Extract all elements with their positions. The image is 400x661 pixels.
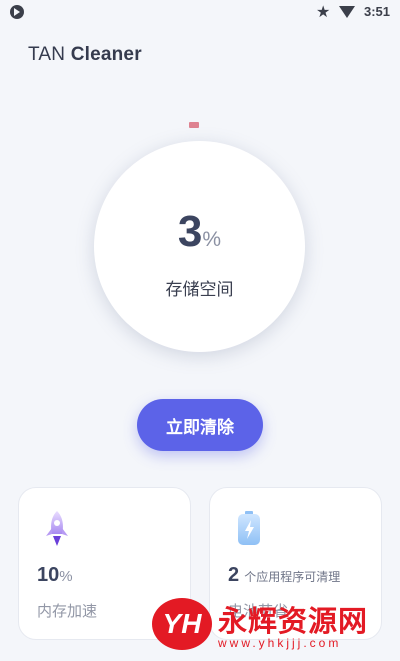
storage-label: 存储空间 <box>165 280 234 300</box>
app-notification-icon <box>10 5 24 19</box>
memory-percent-unit: % <box>59 568 73 585</box>
apps-value: 2 个应用程序可清理 <box>228 564 340 587</box>
apps-suffix: 个应用程序可清理 <box>244 570 341 584</box>
memory-percent-number: 10 <box>37 564 60 586</box>
wifi-icon <box>339 6 355 18</box>
status-bar: ★ 3:51 <box>0 0 400 26</box>
watermark: YH 永辉资源网 www.yhkjjj.com <box>152 598 392 650</box>
app-title-bold: Cleaner <box>70 44 142 65</box>
watermark-text: 永辉资源网 <box>218 604 369 638</box>
storage-value: 3% <box>94 207 305 257</box>
clean-now-button[interactable]: 立即清除 <box>137 399 263 451</box>
gauge-progress-tick <box>189 122 199 128</box>
star-icon: ★ <box>316 2 331 21</box>
app-title: TAN Cleaner <box>28 44 142 66</box>
battery-icon <box>238 511 260 545</box>
storage-percent-number: 3 <box>177 207 203 256</box>
memory-label: 内存加速 <box>37 602 98 620</box>
rocket-icon <box>46 511 68 546</box>
status-time: 3:51 <box>364 4 391 19</box>
storage-gauge[interactable]: 3% 存储空间 <box>94 141 305 352</box>
watermark-badge: YH <box>152 598 212 650</box>
memory-value: 10% <box>37 564 73 587</box>
app-title-light: TAN <box>28 44 66 65</box>
screen: ★ 3:51 TAN Cleaner 3% 存储空间 立即清除 10% 内存加速… <box>0 0 400 661</box>
apps-count: 2 <box>228 564 240 586</box>
storage-percent-unit: % <box>202 228 222 251</box>
watermark-url: www.yhkjjj.com <box>218 636 342 650</box>
